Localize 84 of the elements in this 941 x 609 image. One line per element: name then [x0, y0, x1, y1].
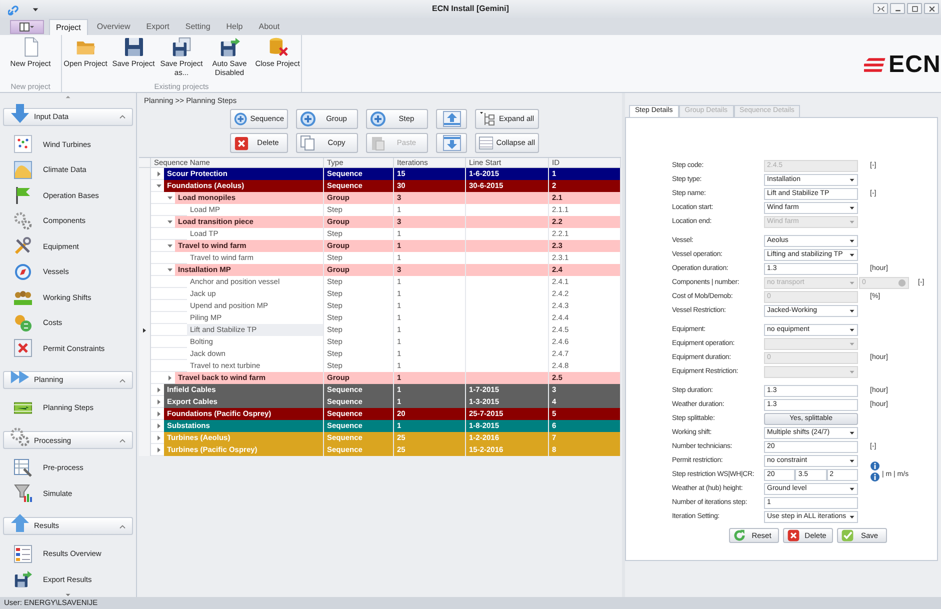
caret-icon [849, 252, 855, 258]
ribbon-tab[interactable]: Project [49, 19, 88, 35]
tools-icon [14, 237, 32, 256]
caret-icon [849, 430, 855, 436]
expand-triangle-icon[interactable] [156, 411, 162, 417]
caret-icon [849, 327, 855, 333]
gears-icon [10, 427, 30, 448]
coins-icon [14, 314, 32, 332]
caret-icon [849, 219, 855, 225]
layout-icon [19, 22, 35, 32]
expand-triangle-icon[interactable] [156, 447, 162, 453]
arrow-down-button[interactable] [436, 133, 467, 153]
ribbon-tab[interactable]: Overview [90, 19, 138, 35]
ribbon-tab[interactable]: Export [139, 19, 176, 35]
logo-text: ECN [888, 52, 941, 76]
caret-icon [849, 280, 855, 286]
collapse-triangle-icon[interactable] [167, 195, 173, 201]
collapse-triangle-icon[interactable] [167, 243, 173, 249]
caret-icon [849, 458, 855, 464]
list-icon [14, 544, 32, 563]
dropdown-caret-icon[interactable] [32, 6, 39, 13]
cross-icon [234, 136, 249, 150]
clipboard-icon [370, 135, 386, 151]
expand-triangle-icon[interactable] [167, 375, 173, 381]
maximize-button[interactable] [907, 3, 922, 14]
link-icon[interactable] [8, 4, 20, 16]
caret-icon [849, 238, 855, 244]
compass-icon [14, 262, 32, 281]
floppy-arrow-icon [14, 570, 32, 588]
arrow-down-icon [442, 135, 460, 151]
plus-circle-icon [370, 111, 386, 127]
floppy-arrow-icon [220, 37, 240, 57]
arrow-up-button[interactable] [436, 109, 467, 129]
close-button[interactable] [924, 3, 939, 14]
table-wrench-icon [14, 458, 32, 477]
checkmark-icon [841, 529, 854, 542]
restore-panes-icon [874, 4, 886, 12]
minimize-button[interactable] [890, 3, 905, 14]
ribbon-tab[interactable]: Help [219, 19, 250, 35]
restore-panes-button[interactable] [873, 3, 888, 14]
arrow-up-icon [442, 111, 460, 127]
refresh-icon [733, 529, 746, 542]
caret-icon [849, 369, 855, 375]
funnel-chart-icon [14, 484, 32, 502]
collapse-triangle-icon[interactable] [167, 219, 173, 225]
caret-icon [849, 177, 855, 183]
list-lines-icon [479, 135, 494, 151]
info-icon[interactable] [870, 461, 880, 471]
expand-triangle-icon[interactable] [156, 435, 162, 441]
dots-grid-icon [14, 135, 32, 154]
caret-icon [849, 514, 855, 520]
cross-icon [787, 529, 800, 542]
caret-icon [849, 308, 855, 314]
spin-button-icon[interactable] [898, 279, 906, 287]
collapse-triangle-icon[interactable] [156, 183, 162, 189]
expand-triangle-icon[interactable] [156, 399, 162, 405]
arrow-up-icon [10, 513, 30, 534]
window-title: ECN Install [Gemini] [432, 3, 509, 15]
collapse-triangle-icon[interactable] [167, 267, 173, 273]
plus-circle-icon [300, 111, 316, 127]
expand-triangle-icon[interactable] [156, 423, 162, 429]
current-row-icon [143, 328, 146, 332]
flag-icon [14, 186, 32, 204]
scroll-up-icon[interactable] [65, 95, 71, 99]
tree-icon [479, 111, 495, 127]
gears-icon [14, 212, 32, 230]
info-icon[interactable] [870, 472, 880, 482]
database-delete-icon [268, 37, 288, 57]
caret-icon [849, 486, 855, 492]
people-icon [14, 288, 32, 306]
plus-circle-icon [234, 111, 248, 127]
arrow-down-icon [10, 104, 30, 124]
caret-icon [849, 341, 855, 347]
expand-triangle-icon[interactable] [156, 171, 162, 177]
expand-triangle-icon[interactable] [156, 387, 162, 393]
stripes-icon [864, 55, 886, 74]
ribbon-tab[interactable]: About [252, 19, 287, 35]
floppy-disks-icon [172, 37, 192, 57]
ribbon-tab[interactable]: Setting [178, 19, 218, 35]
chart-area-icon [14, 160, 32, 179]
application-menu-button[interactable] [10, 20, 44, 34]
copy-icon [300, 135, 316, 151]
caret-icon [849, 205, 855, 211]
document-cross-icon [14, 339, 32, 358]
